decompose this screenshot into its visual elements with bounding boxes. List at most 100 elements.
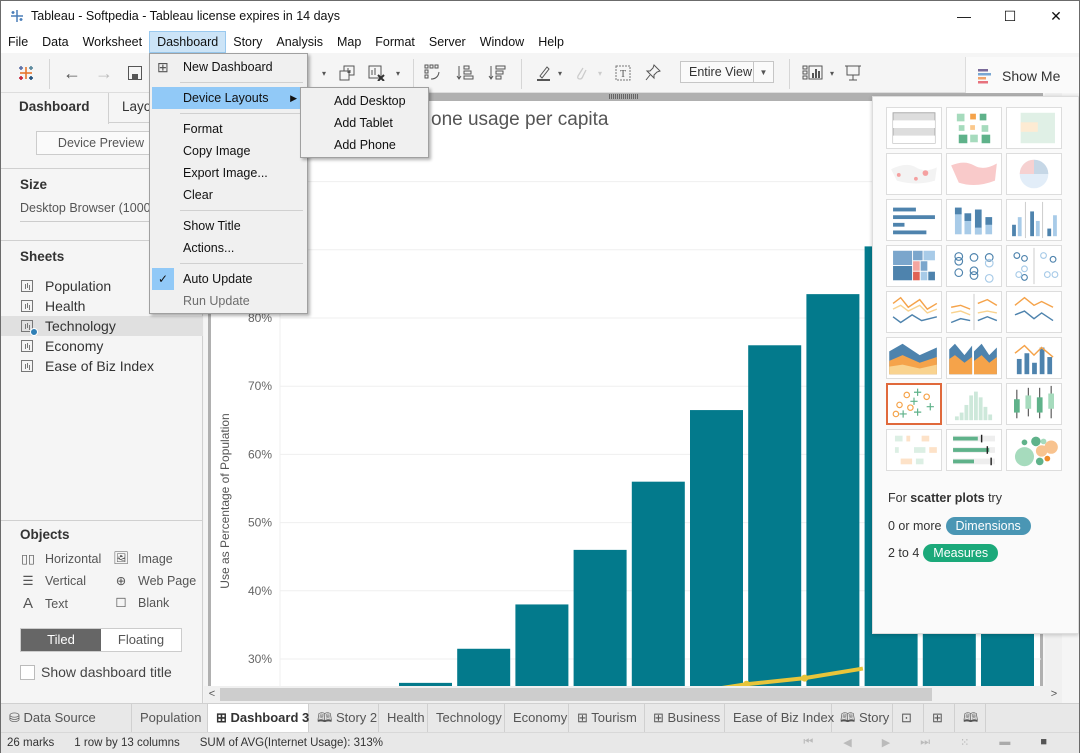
show-me-filled-map[interactable] xyxy=(946,153,1002,195)
show-me-side-by-side-circles[interactable] xyxy=(1006,245,1062,287)
new-worksheet-tab-button[interactable]: ⊡ xyxy=(893,704,924,733)
menu-server[interactable]: Server xyxy=(422,31,473,53)
show-me-dual-lines[interactable] xyxy=(1006,291,1062,333)
show-me-side-by-side-bars[interactable] xyxy=(1006,199,1062,241)
bar[interactable] xyxy=(806,294,860,686)
minimize-button[interactable]: — xyxy=(941,1,987,31)
show-me-lines-discrete[interactable] xyxy=(946,291,1002,333)
show-me-scatter-plot[interactable] xyxy=(886,383,942,425)
horizontal-scrollbar[interactable]: < > xyxy=(204,686,1062,703)
tab-population[interactable]: Population xyxy=(132,704,208,733)
show-me-symbol-map[interactable] xyxy=(886,153,942,195)
save-icon[interactable] xyxy=(125,61,145,85)
show-me-dual-combination[interactable] xyxy=(1006,337,1062,379)
object-blank[interactable]: ☐ Blank xyxy=(113,595,169,611)
sheet-item-technology[interactable]: Technology xyxy=(1,316,203,336)
show-me-histogram[interactable] xyxy=(946,383,1002,425)
show-me-area-discrete[interactable] xyxy=(946,337,1002,379)
show-me-packed-bubbles[interactable] xyxy=(1006,429,1062,471)
show-me-lines-continuous[interactable] xyxy=(886,291,942,333)
menu-item-auto-update[interactable]: ✓ Auto Update xyxy=(152,268,305,290)
show-cards-dropdown-icon[interactable]: ▾ xyxy=(827,61,837,85)
tab-technology[interactable]: Technology xyxy=(428,704,505,733)
menu-item-add-phone[interactable]: Add Phone xyxy=(303,134,426,156)
clear-sheet-icon[interactable] xyxy=(367,61,387,85)
menu-item-format[interactable]: Format xyxy=(152,118,305,140)
menu-item-export-image[interactable]: Export Image... xyxy=(152,162,305,184)
next-sheet-icon[interactable]: ▶ xyxy=(882,736,890,749)
bar[interactable] xyxy=(690,410,743,686)
floating-button[interactable]: Floating xyxy=(101,629,181,651)
menu-item-copy-image[interactable]: Copy Image xyxy=(152,140,305,162)
menu-item-show-title[interactable]: Show Title xyxy=(152,215,305,237)
prev-sheet-icon[interactable]: ◀ xyxy=(843,736,851,749)
scroll-right-icon[interactable]: > xyxy=(1046,686,1062,703)
show-cards-icon[interactable] xyxy=(801,61,825,85)
filmstrip-icon[interactable]: ▬ xyxy=(999,736,1010,749)
show-me-bullet-graph[interactable] xyxy=(946,429,1002,471)
bar[interactable] xyxy=(515,604,569,686)
menu-worksheet[interactable]: Worksheet xyxy=(76,31,150,53)
line-point[interactable] xyxy=(801,674,809,682)
bar[interactable] xyxy=(573,549,627,686)
tab-story[interactable]: 🕮 Story xyxy=(832,704,893,733)
show-me-gantt-chart[interactable] xyxy=(886,429,942,471)
forward-icon[interactable]: → xyxy=(93,61,115,85)
close-button[interactable]: ✕ xyxy=(1033,1,1079,31)
menu-window[interactable]: Window xyxy=(473,31,531,53)
menu-dashboard[interactable]: Dashboard xyxy=(149,31,227,53)
sheet-item-economy[interactable]: Economy xyxy=(1,336,203,356)
menu-data[interactable]: Data xyxy=(35,31,75,53)
sort-descending-icon[interactable] xyxy=(487,61,507,85)
new-story-tab-button[interactable]: 🕮 xyxy=(955,704,986,733)
clear-sheet-dropdown-icon[interactable]: ▾ xyxy=(393,61,403,85)
tab-business[interactable]: ⊞ Business xyxy=(645,704,725,733)
tab-health[interactable]: Health xyxy=(379,704,428,733)
presentation-icon[interactable] xyxy=(843,61,863,85)
menu-help[interactable]: Help xyxy=(531,31,571,53)
label-icon[interactable]: T xyxy=(614,61,632,85)
bar[interactable] xyxy=(631,481,685,686)
first-sheet-icon[interactable]: ⏮ xyxy=(803,736,813,749)
show-me-area-continuous[interactable] xyxy=(886,337,942,379)
menu-map[interactable]: Map xyxy=(330,31,368,53)
show-me-box-and-whisker[interactable] xyxy=(1006,383,1062,425)
sheet-sorter-icon[interactable]: ⁙ xyxy=(960,736,969,749)
object-vertical[interactable]: ☰ Vertical xyxy=(20,573,86,589)
menu-item-add-desktop[interactable]: Add Desktop xyxy=(303,90,426,112)
show-me-heat-map[interactable] xyxy=(946,107,1002,149)
show-me-circle-views[interactable] xyxy=(946,245,1002,287)
object-text[interactable]: A Text xyxy=(20,595,68,612)
device-preview-button[interactable]: Device Preview xyxy=(36,131,166,155)
bar[interactable] xyxy=(457,648,511,686)
duplicate-icon[interactable] xyxy=(337,61,357,85)
show-me-pie-chart[interactable] xyxy=(1006,153,1062,195)
fit-select[interactable]: Entire View ▼ xyxy=(680,61,774,83)
highlight-dropdown-icon[interactable]: ▾ xyxy=(555,61,565,85)
show-me-horizontal-bars[interactable] xyxy=(886,199,942,241)
new-dashboard-tab-button[interactable]: ⊞ xyxy=(924,704,955,733)
menu-item-device-layouts[interactable]: Device Layouts ▶ xyxy=(152,87,305,109)
tab-tourism[interactable]: ⊞ Tourism xyxy=(569,704,645,733)
back-icon[interactable]: ← xyxy=(61,61,83,85)
menu-analysis[interactable]: Analysis xyxy=(269,31,330,53)
menu-file[interactable]: File xyxy=(1,31,35,53)
tabs-view-icon[interactable]: ■ xyxy=(1040,736,1047,749)
show-me-stacked-bars[interactable] xyxy=(946,199,1002,241)
last-sheet-icon[interactable]: ⏭ xyxy=(920,736,930,749)
menu-format[interactable]: Format xyxy=(368,31,422,53)
show-me-text-table[interactable] xyxy=(886,107,942,149)
menu-item-actions[interactable]: Actions... xyxy=(152,237,305,259)
tab-economy[interactable]: Economy xyxy=(505,704,569,733)
object-image[interactable]: 🖼 Image xyxy=(113,551,173,566)
new-worksheet-dropdown-icon[interactable]: ▾ xyxy=(319,61,329,85)
tableau-logo-icon[interactable] xyxy=(15,61,37,85)
pin-icon[interactable] xyxy=(644,61,662,85)
maximize-button[interactable]: ☐ xyxy=(987,1,1033,31)
tab-dashboard-3[interactable]: ⊞ Dashboard 3 xyxy=(208,704,309,733)
tab-layout[interactable]: Layo xyxy=(110,93,151,123)
object-horizontal[interactable]: ▯▯ Horizontal xyxy=(20,551,101,567)
sheet-item-ease-of-biz-index[interactable]: Ease of Biz Index xyxy=(1,356,203,376)
tab-ease-of-biz-index[interactable]: Ease of Biz Index xyxy=(725,704,834,733)
tab-data-source[interactable]: ⛁ Data Source xyxy=(1,704,132,733)
